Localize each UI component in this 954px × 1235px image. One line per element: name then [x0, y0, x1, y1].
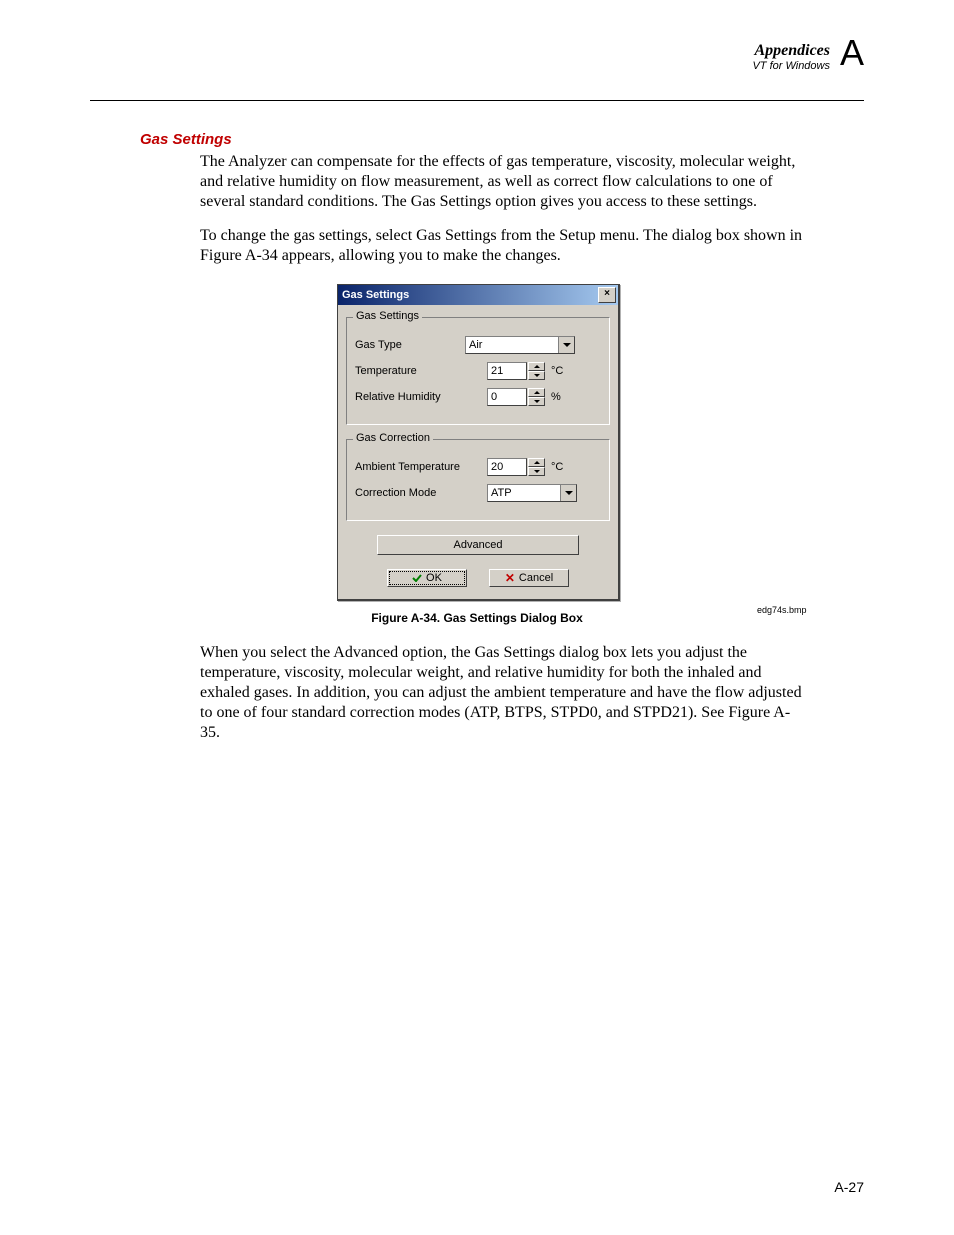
gas-type-row: Gas Type Air: [355, 336, 601, 354]
cancel-button[interactable]: ✕ Cancel: [489, 569, 569, 587]
ambient-temperature-input[interactable]: 20: [487, 458, 527, 476]
correction-mode-combobox[interactable]: ATP: [487, 484, 577, 502]
gas-settings-dialog: Gas Settings × Gas Settings Gas Type Air: [337, 284, 620, 601]
ok-button[interactable]: OK: [387, 569, 467, 587]
document-page: Appendices VT for Windows A Gas Settings…: [0, 0, 954, 1235]
gas-settings-group: Gas Settings Gas Type Air Temperature: [346, 317, 610, 425]
arrow-up-icon: [534, 365, 540, 368]
intro-paragraph-1: The Analyzer can compensate for the effe…: [200, 152, 810, 212]
correction-mode-row: Correction Mode ATP: [355, 484, 601, 502]
ok-button-label: OK: [426, 572, 442, 584]
intro-paragraph-2: To change the gas settings, select Gas S…: [200, 226, 810, 266]
humidity-unit: %: [551, 391, 561, 403]
x-icon: ✕: [505, 573, 515, 583]
header-appendices-label: Appendices: [752, 42, 830, 60]
arrow-down-icon: [534, 470, 540, 473]
ambient-temperature-spinbox[interactable]: 20: [487, 458, 545, 476]
gas-type-dropdown-button[interactable]: [558, 337, 574, 353]
dialog-body: Gas Settings Gas Type Air Temperature: [338, 305, 618, 599]
section-heading: Gas Settings: [140, 131, 864, 148]
gas-correction-group-legend: Gas Correction: [353, 432, 433, 444]
correction-mode-dropdown-button[interactable]: [560, 485, 576, 501]
chevron-down-icon: [563, 343, 571, 347]
header-divider: [90, 100, 864, 101]
dialog-title: Gas Settings: [342, 289, 598, 301]
gas-settings-group-legend: Gas Settings: [353, 310, 422, 322]
humidity-up-button[interactable]: [528, 388, 545, 397]
close-icon: ×: [604, 288, 610, 299]
ambient-temperature-spin-buttons: [528, 458, 545, 476]
arrow-down-icon: [534, 400, 540, 403]
ambient-temperature-unit: °C: [551, 461, 563, 473]
humidity-spinbox[interactable]: 0: [487, 388, 545, 406]
ambient-up-button[interactable]: [528, 458, 545, 467]
arrow-down-icon: [534, 374, 540, 377]
humidity-down-button[interactable]: [528, 397, 545, 406]
humidity-row: Relative Humidity 0 %: [355, 388, 601, 406]
dialog-titlebar: Gas Settings ×: [338, 285, 618, 305]
temperature-row: Temperature 21 °C: [355, 362, 601, 380]
ambient-down-button[interactable]: [528, 467, 545, 476]
correction-mode-value: ATP: [488, 485, 560, 501]
humidity-spin-buttons: [528, 388, 545, 406]
advanced-button[interactable]: Advanced: [377, 535, 579, 555]
temperature-label: Temperature: [355, 365, 465, 377]
advanced-button-label: Advanced: [454, 539, 503, 551]
page-header: Appendices VT for Windows A: [90, 40, 864, 100]
close-button[interactable]: ×: [598, 287, 616, 303]
advanced-paragraph: When you select the Advanced option, the…: [200, 643, 810, 743]
check-icon: [412, 574, 422, 582]
correction-mode-label: Correction Mode: [355, 487, 487, 499]
dialog-button-row: OK ✕ Cancel: [346, 569, 610, 587]
arrow-up-icon: [534, 391, 540, 394]
temperature-spin-buttons: [528, 362, 545, 380]
gas-type-value: Air: [466, 337, 558, 353]
temperature-unit: °C: [551, 365, 563, 377]
figure-caption: Figure A-34. Gas Settings Dialog Box: [90, 611, 864, 625]
ambient-temperature-row: Ambient Temperature 20 °C: [355, 458, 601, 476]
header-section-letter: A: [840, 32, 864, 74]
gas-type-label: Gas Type: [355, 339, 465, 351]
temperature-down-button[interactable]: [528, 371, 545, 380]
header-text-block: Appendices VT for Windows: [752, 42, 830, 72]
chevron-down-icon: [565, 491, 573, 495]
temperature-input[interactable]: 21: [487, 362, 527, 380]
page-number: A-27: [834, 1179, 864, 1195]
temperature-spinbox[interactable]: 21: [487, 362, 545, 380]
arrow-up-icon: [534, 461, 540, 464]
header-subtitle: VT for Windows: [752, 60, 830, 72]
ambient-temperature-label: Ambient Temperature: [355, 461, 487, 473]
humidity-label: Relative Humidity: [355, 391, 465, 403]
figure-container: Gas Settings × Gas Settings Gas Type Air: [337, 284, 617, 601]
gas-correction-group: Gas Correction Ambient Temperature 20 °C: [346, 439, 610, 521]
temperature-up-button[interactable]: [528, 362, 545, 371]
gas-type-combobox[interactable]: Air: [465, 336, 575, 354]
humidity-input[interactable]: 0: [487, 388, 527, 406]
image-filename-reference: edg74s.bmp: [757, 605, 807, 615]
cancel-button-label: Cancel: [519, 572, 553, 584]
